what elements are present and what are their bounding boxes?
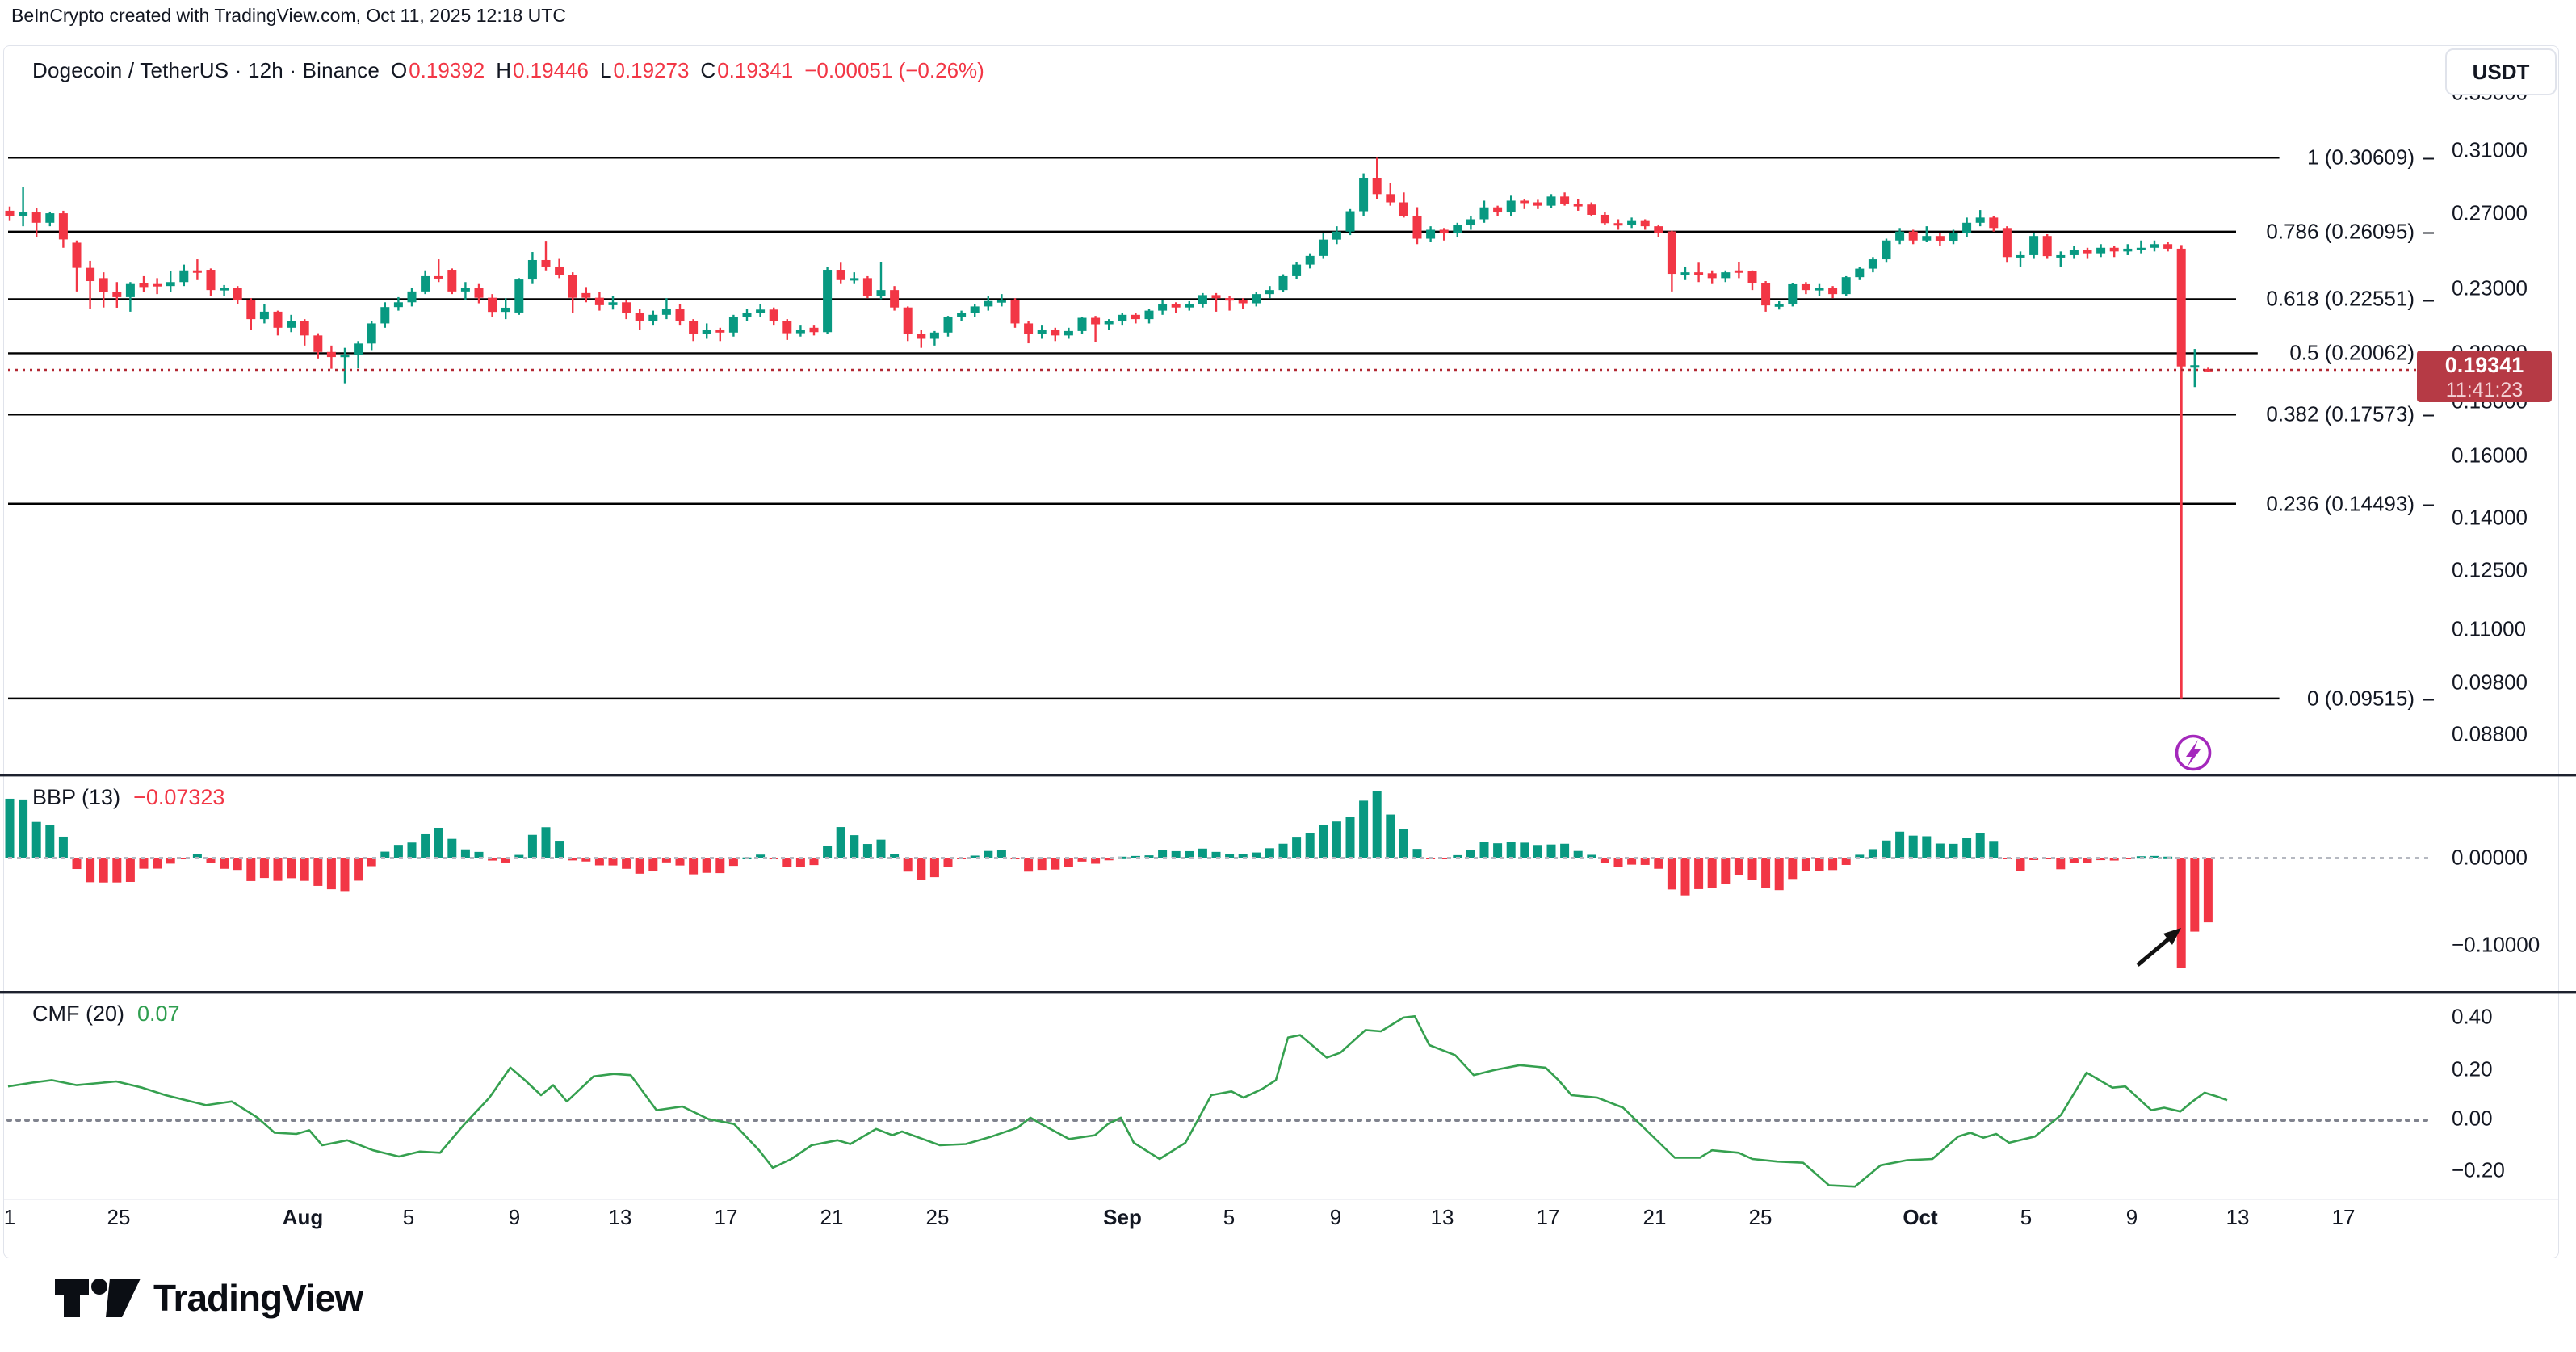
time-axis-label: 5 [2020,1205,2032,1230]
screenshot-root: BeInCrypto created with TradingView.com,… [0,0,2576,1352]
fib-level-label: 0 (0.09515) [2307,686,2434,711]
price-axis-label: 0.31000 [2452,138,2528,163]
price-axis-label: 0.09800 [2452,670,2528,695]
high-value: H0.19446 [496,58,589,83]
time-axis-label: 17 [715,1205,738,1230]
time-axis-label: 13 [2226,1205,2250,1230]
fib-level-label: 1 (0.30609) [2307,145,2434,170]
time-axis-label: 21 [1643,1205,1667,1230]
price-axis-label: 0.14000 [2452,506,2528,531]
price-axis-label: 0.08800 [2452,722,2528,747]
time-axis-label: 9 [509,1205,520,1230]
time-axis-label: Sep [1103,1205,1142,1230]
bbp-indicator-label[interactable]: BBP (13) −0.07323 [32,785,224,810]
tradingview-logo[interactable]: TradingView [53,1276,363,1320]
time-axis-label: 9 [2126,1205,2138,1230]
price-axis-label: 0.11000 [2452,617,2526,642]
tradingview-logo-icon [53,1277,142,1319]
fib-level-label: 0.382 (0.17573) [2266,402,2434,427]
open-value: O0.19392 [391,58,485,83]
fib-level-label: 0.5 (0.20062) [2289,341,2434,366]
time-axis-label: Oct [1903,1205,1937,1230]
time-axis-label: 25 [926,1205,950,1230]
annotation-arrow-icon [2138,928,2181,965]
cmf-axis-label: 0.40 [2452,1005,2493,1030]
fib-level-label: 0.786 (0.26095) [2266,219,2434,244]
bbp-axis-label: −0.10000 [2452,933,2540,958]
time-axis-label: 13 [609,1205,632,1230]
time-axis-label: 21 [820,1205,844,1230]
time-axis-label: 5 [403,1205,414,1230]
bbp-histogram-series [6,791,2213,968]
price-axis-label: 0.12500 [2452,558,2528,583]
bbp-axis-label: 0.00000 [2452,846,2528,871]
bar-countdown: 11:41:23 [2417,376,2552,401]
price-axis-label: 0.27000 [2452,201,2528,226]
symbol-title[interactable]: Dogecoin / TetherUS · 12h · Binance [32,58,380,83]
price-axis-label: 0.16000 [2452,443,2528,468]
close-value: C0.19341 [700,58,793,83]
currency-toggle-button[interactable]: USDT [2445,48,2557,95]
last-price-value: 0.19341 [2417,351,2552,376]
time-axis-label: 25 [107,1205,131,1230]
time-axis-label: 5 [1223,1205,1235,1230]
chart-canvas[interactable] [0,0,2576,1352]
candlestick-series [6,157,2213,698]
time-axis-label: 13 [1431,1205,1454,1230]
low-value: L0.19273 [600,58,689,83]
cmf-axis-label: 0.00 [2452,1106,2493,1132]
last-price-badge[interactable]: 0.19341 11:41:23 [2417,351,2552,402]
time-axis-label: 1 [4,1205,15,1230]
price-axis-label: 0.23000 [2452,276,2528,301]
pane-separators [0,774,2576,1200]
bbp-indicator-value: −0.07323 [133,785,224,810]
time-axis-label: 25 [1749,1205,1773,1230]
symbol-bar: Dogecoin / TetherUS · 12h · Binance O0.1… [32,58,984,83]
time-axis-label: 9 [1330,1205,1341,1230]
lightning-bolt-icon[interactable] [2177,737,2210,770]
time-axis-label: 17 [2332,1205,2356,1230]
time-axis-label: Aug [283,1205,324,1230]
time-axis-label: 17 [1537,1205,1560,1230]
tradingview-logo-text: TradingView [153,1276,363,1320]
cmf-line-series [8,1016,2227,1186]
cmf-axis-label: 0.20 [2452,1057,2493,1082]
change-value: −0.00051 (−0.26%) [804,58,984,83]
cmf-indicator-value: 0.07 [137,1001,180,1027]
cmf-indicator-label[interactable]: CMF (20) 0.07 [32,1001,180,1027]
fib-level-label: 0.236 (0.14493) [2266,491,2434,516]
cmf-axis-label: −0.20 [2452,1158,2505,1183]
fib-level-label: 0.618 (0.22551) [2266,287,2434,312]
